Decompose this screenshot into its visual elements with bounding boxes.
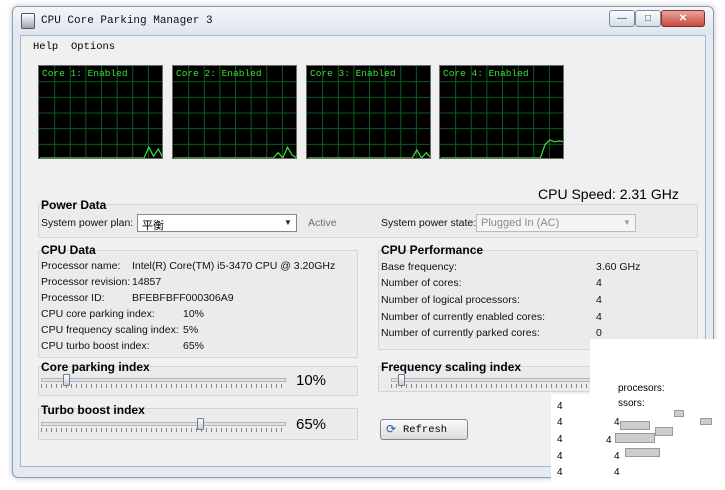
close-button[interactable]: ✕ xyxy=(661,10,705,27)
minimize-button[interactable]: — xyxy=(609,10,635,27)
core-parking-ticks xyxy=(41,384,286,388)
core-parking-index-value: 10% xyxy=(183,308,205,320)
power-state-dropdown: Plugged In (AC) ▼ xyxy=(476,214,636,232)
title-bar[interactable]: CPU Core Parking Manager 3 — □ ✕ xyxy=(13,7,713,35)
core-1-label: Core 1: Enabled xyxy=(42,68,128,79)
ghost-value: 4 xyxy=(614,451,620,462)
ghost-value: 4 xyxy=(557,417,563,428)
core-2-label: Core 2: Enabled xyxy=(176,68,262,79)
app-icon xyxy=(21,13,35,29)
power-plan-dropdown[interactable]: 平衡 ▼ xyxy=(137,214,297,232)
cpu-performance-header: CPU Performance xyxy=(381,243,484,257)
power-state-value: Plugged In (AC) xyxy=(481,217,560,229)
core-1-monitor: Core 1: Enabled xyxy=(38,65,163,159)
refresh-button[interactable]: ⟳ Refresh xyxy=(380,419,468,440)
core-3-monitor: Core 3: Enabled xyxy=(306,65,431,159)
turbo-boost-slider-thumb[interactable] xyxy=(197,418,205,430)
ghost-value: 4 xyxy=(606,435,612,446)
parked-cores-value: 0 xyxy=(596,327,602,339)
menu-help[interactable]: Help xyxy=(33,41,58,53)
refresh-label: Refresh xyxy=(403,424,448,436)
processor-id-value: BFEBFBFF000306A9 xyxy=(132,292,234,304)
core-2-monitor: Core 2: Enabled xyxy=(172,65,297,159)
frequency-scaling-index-value: 5% xyxy=(183,324,199,336)
parked-cores-label: Number of currently parked cores: xyxy=(381,327,540,339)
frequency-scaling-index-label: CPU frequency scaling index: xyxy=(41,324,179,336)
frequency-scaling-track[interactable] xyxy=(391,378,591,382)
power-data-header: Power Data xyxy=(41,198,107,212)
ghost-block xyxy=(674,410,684,417)
core-parking-track[interactable] xyxy=(41,378,286,382)
cores-label: Number of cores: xyxy=(381,277,462,289)
processor-name-value: Intel(R) Core(TM) i5-3470 CPU @ 3.20GHz xyxy=(132,260,336,272)
core-1-graph xyxy=(39,66,162,158)
core-4-graph xyxy=(440,66,563,158)
processor-id-label: Processor ID: xyxy=(41,292,105,304)
logical-processors-value: 4 xyxy=(596,294,602,306)
chevron-down-icon: ▼ xyxy=(623,218,631,227)
frequency-scaling-slider-thumb[interactable] xyxy=(398,374,405,386)
ghost-label-1: procesors: xyxy=(618,383,665,394)
menu-options[interactable]: Options xyxy=(71,41,115,53)
processor-revision-value: 14857 xyxy=(132,276,162,288)
power-plan-value: 平衡 xyxy=(142,220,164,232)
ghost-value: 4 xyxy=(614,417,620,428)
core-2-graph xyxy=(173,66,296,158)
turbo-boost-index-label: CPU turbo boost index: xyxy=(41,340,150,352)
core-3-graph xyxy=(307,66,430,158)
ghost-value: 4 xyxy=(557,467,563,478)
minimize-icon: — xyxy=(617,13,627,24)
refresh-icon: ⟳ xyxy=(386,422,397,436)
ghost-window xyxy=(590,339,725,490)
ghost-block xyxy=(625,448,660,457)
ghost-value: 4 xyxy=(557,401,563,412)
core-4-label: Core 4: Enabled xyxy=(443,68,529,79)
ghost-block xyxy=(620,421,650,430)
ghost-value: 4 xyxy=(557,451,563,462)
core-parking-value: 10% xyxy=(296,372,327,389)
frequency-scaling-ticks xyxy=(391,384,591,388)
enabled-cores-label: Number of currently enabled cores: xyxy=(381,311,545,323)
power-plan-active: Active xyxy=(308,217,337,229)
processor-revision-label: Processor revision: xyxy=(41,276,131,288)
turbo-boost-value: 65% xyxy=(296,416,327,433)
ghost-value: 4 xyxy=(557,434,563,445)
maximize-button[interactable]: □ xyxy=(635,10,661,27)
close-icon: ✕ xyxy=(678,13,688,24)
base-frequency-value: 3.60 GHz xyxy=(596,261,641,273)
menu-bar: Help Options xyxy=(21,36,705,56)
ghost-block xyxy=(615,433,655,443)
ghost-block xyxy=(655,427,673,436)
core-4-monitor: Core 4: Enabled xyxy=(439,65,564,159)
chevron-down-icon: ▼ xyxy=(284,218,292,227)
turbo-boost-track[interactable] xyxy=(41,422,286,426)
core-3-label: Core 3: Enabled xyxy=(310,68,396,79)
ghost-value: 4 xyxy=(614,467,620,478)
cpu-speed: CPU Speed: 2.31 GHz xyxy=(538,186,679,202)
core-parking-slider-thumb[interactable] xyxy=(62,374,70,386)
power-state-label: System power state: xyxy=(381,217,477,229)
turbo-boost-ticks xyxy=(41,428,286,432)
processor-name-label: Processor name: xyxy=(41,260,121,272)
window-title: CPU Core Parking Manager 3 xyxy=(41,15,213,27)
frequency-scaling-header: Frequency scaling index xyxy=(381,360,522,374)
logical-processors-label: Number of logical processors: xyxy=(381,294,520,306)
maximize-icon: □ xyxy=(644,13,652,24)
turbo-boost-index-value: 65% xyxy=(183,340,205,352)
core-parking-header: Core parking index xyxy=(41,360,150,374)
core-parking-index-label: CPU core parking index: xyxy=(41,308,155,320)
cores-value: 4 xyxy=(596,277,602,289)
base-frequency-label: Base frequency: xyxy=(381,261,457,273)
turbo-boost-header: Turbo boost index xyxy=(41,403,145,417)
ghost-label-2: ssors: xyxy=(618,398,645,409)
enabled-cores-value: 4 xyxy=(596,311,602,323)
cpu-data-header: CPU Data xyxy=(41,243,96,257)
ghost-block xyxy=(700,418,712,425)
power-plan-label: System power plan: xyxy=(41,217,134,229)
